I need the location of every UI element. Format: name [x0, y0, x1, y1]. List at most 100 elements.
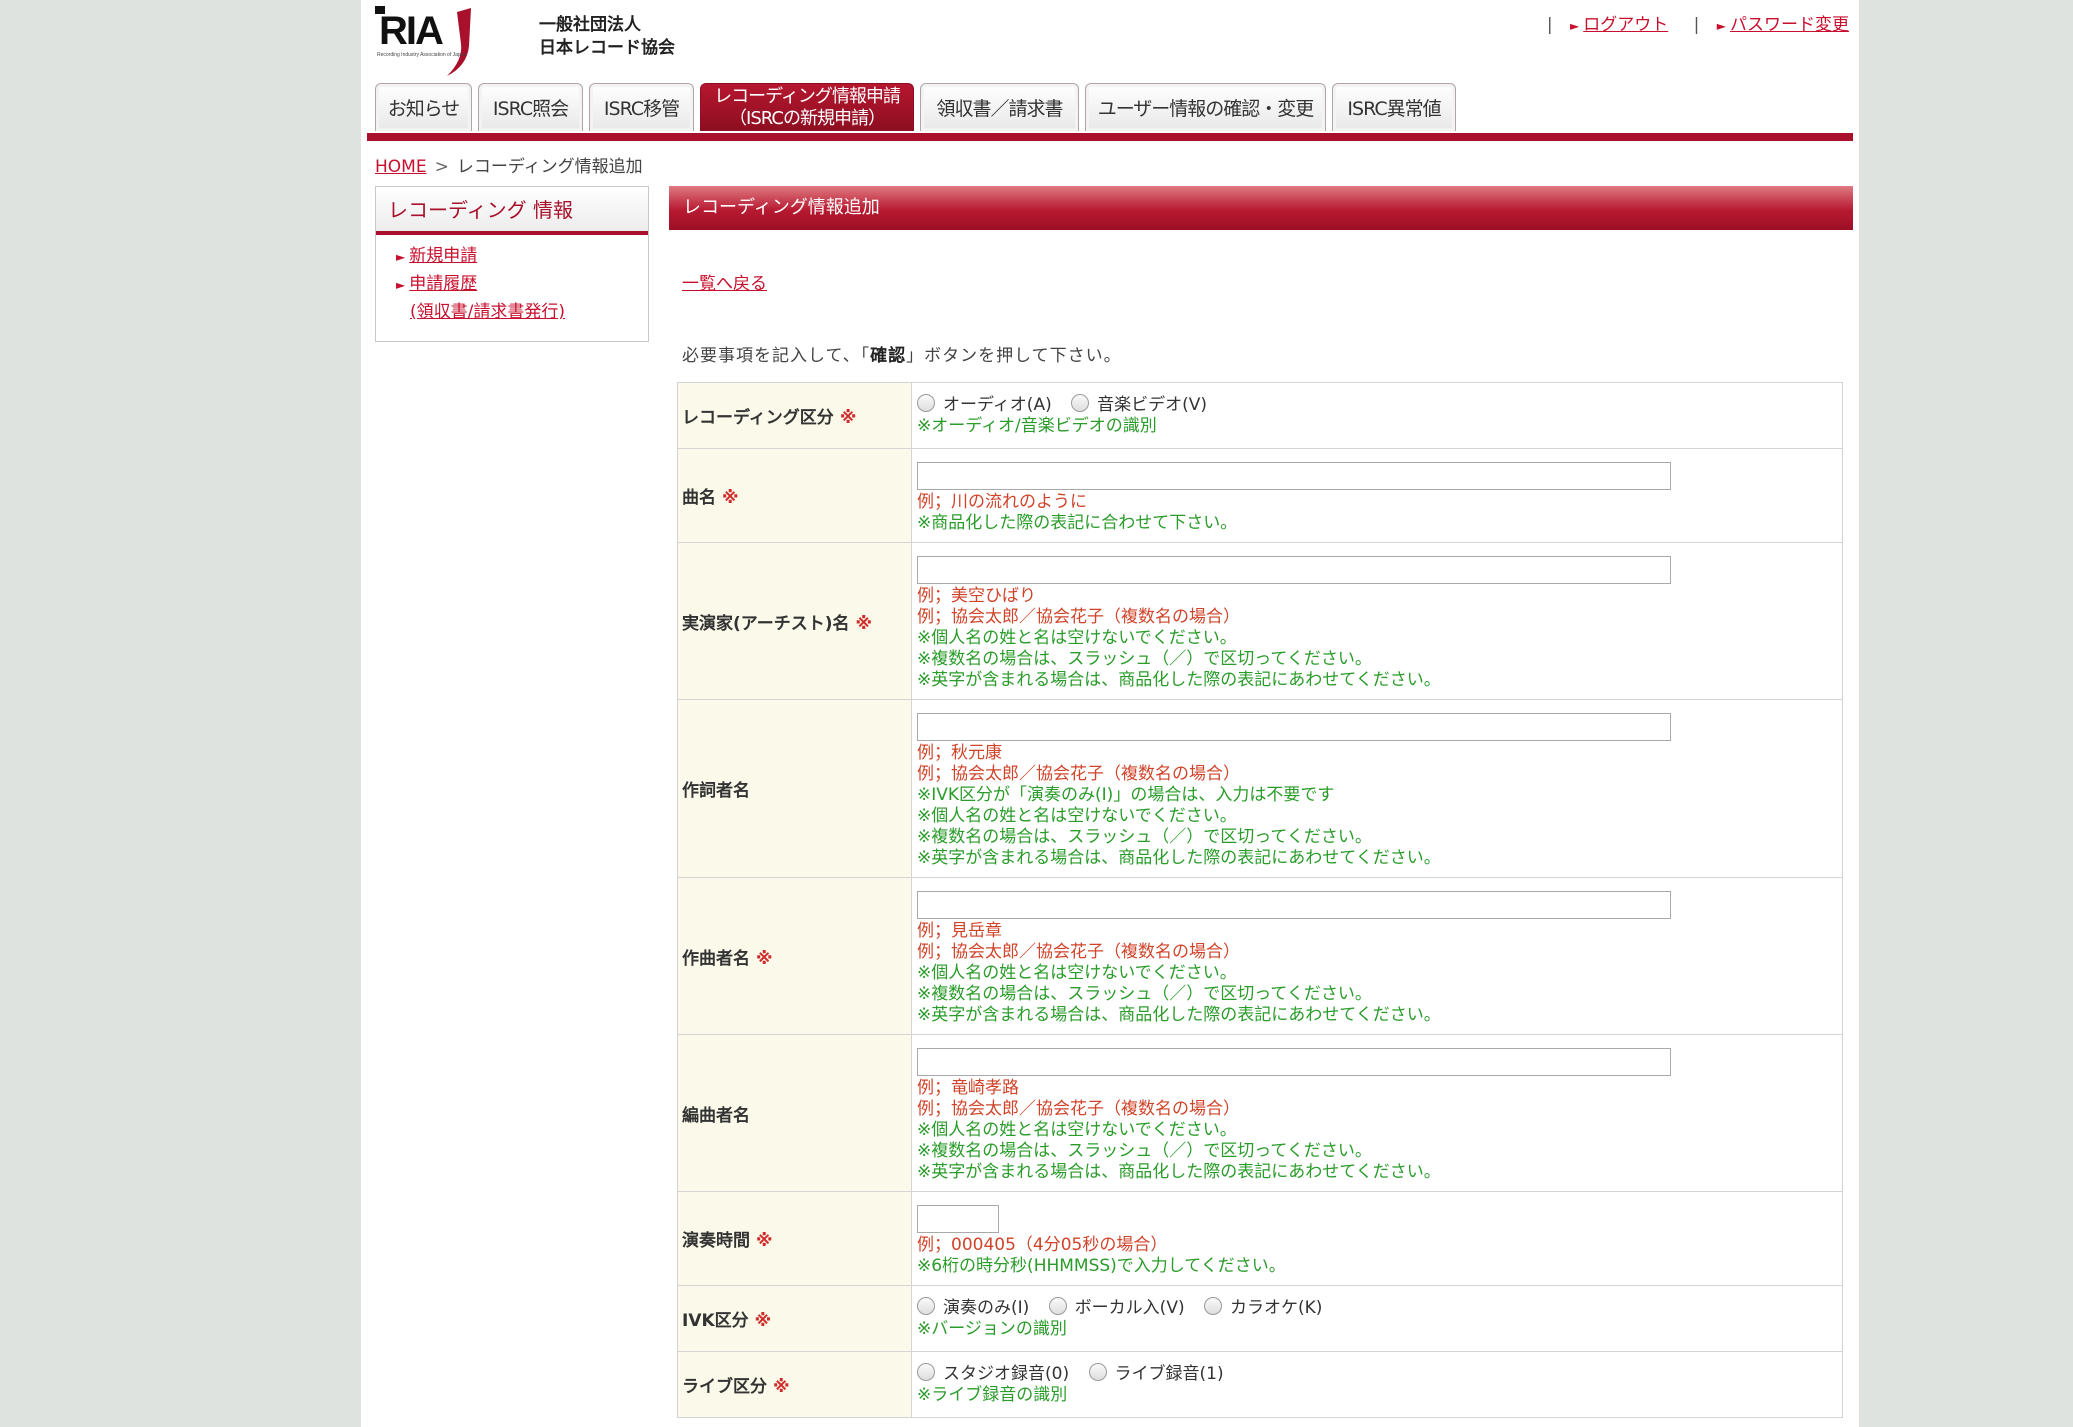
form-row-recording-type: レコーディング区分 ※ オーディオ(A) 音楽ビデオ(V) ※オーディオ/音楽ビデ…	[677, 382, 1843, 449]
artist-label: 実演家(アーチスト)名	[682, 613, 850, 634]
lyricist-note-1: ※個人名の姓と名は空けないでください。	[917, 806, 1237, 826]
tab-bar-underline	[367, 133, 1853, 141]
form-row-ivk: IVK区分 ※ 演奏のみ(I) ボーカル入(V) カラオケ(K) ※バージョンの識…	[677, 1285, 1843, 1352]
separator: |	[1546, 15, 1553, 35]
org-name-line1: 一般社団法人	[539, 15, 641, 35]
title-label: 曲名	[682, 488, 716, 508]
lyricist-label: 作詞者名	[682, 781, 750, 801]
radio-live[interactable]	[1088, 1363, 1107, 1381]
radio-live-label[interactable]: ライブ録音(1)	[1115, 1364, 1224, 1384]
arranger-example-1: 例；竜崎孝路	[917, 1078, 1019, 1098]
tab-isrc-transfer[interactable]: ISRC移管	[589, 83, 694, 131]
radio-music-video-label[interactable]: 音楽ビデオ(V)	[1097, 395, 1207, 415]
form-row-title: 曲名 ※ 例；川の流れのように ※商品化した際の表記に合わせて下さい。	[677, 448, 1843, 543]
label-cell: IVK区分 ※	[677, 1285, 912, 1352]
live-label: ライブ区分	[682, 1377, 767, 1397]
page-title: レコーディング情報追加	[669, 186, 1853, 230]
live-radio-group: スタジオ録音(0) ライブ録音(1)	[917, 1363, 1842, 1385]
artist-example-2: 例；協会太郎／協会花子（複数名の場合）	[917, 607, 1240, 627]
composer-label: 作曲者名	[682, 948, 750, 969]
required-mark: ※	[756, 1231, 773, 1251]
duration-example: 例；000405（4分05秒の場合）	[917, 1235, 1168, 1255]
breadcrumb-separator: >	[434, 157, 449, 177]
tab-isrc-inquiry[interactable]: ISRC照会	[478, 83, 583, 131]
tab-recording-application[interactable]: レコーディング情報申請 （ISRCの新規申請）	[700, 83, 914, 131]
required-mark: ※	[754, 1311, 772, 1331]
sidebar-title: レコーディング 情報	[376, 187, 648, 235]
composer-note-2: ※複数名の場合は、スラッシュ（／）で区切ってください。	[917, 984, 1372, 1004]
instructions: 必要事項を記入して、「確認」ボタンを押して下さい。	[682, 341, 1122, 366]
arrow-right-icon: ►	[1716, 19, 1726, 33]
arrow-right-icon: ►	[396, 278, 406, 292]
artist-input[interactable]	[917, 556, 1671, 584]
org-name-line2: 日本レコード協会	[539, 38, 675, 58]
artist-note-2: ※複数名の場合は、スラッシュ（／）で区切ってください。	[917, 649, 1372, 669]
lyricist-input[interactable]	[917, 713, 1671, 741]
radio-studio[interactable]	[917, 1363, 935, 1381]
field-cell: 演奏のみ(I) ボーカル入(V) カラオケ(K) ※バージョンの識別	[911, 1285, 1843, 1352]
label-cell: 演奏時間 ※	[677, 1191, 912, 1286]
receipt-invoice-issue-link[interactable]: (領収書/請求書発行)	[410, 302, 565, 322]
radio-music-video[interactable]	[1071, 394, 1090, 412]
label-cell: 編曲者名	[677, 1034, 912, 1192]
breadcrumb: HOME > レコーディング情報追加	[375, 152, 643, 177]
radio-instrumental[interactable]	[917, 1297, 935, 1315]
composer-note-1: ※個人名の姓と名は空けないでください。	[917, 963, 1237, 983]
lyricist-note-ivk: ※IVK区分が「演奏のみ(I)」の場合は、入力は不要です	[917, 785, 1335, 805]
logout-link[interactable]: ログアウト	[1583, 15, 1668, 35]
application-history-link[interactable]: 申請履歴	[409, 274, 477, 294]
label-cell: 作曲者名 ※	[677, 877, 912, 1035]
tab-recording-application-line1: レコーディング情報申請	[714, 85, 901, 107]
breadcrumb-home-link[interactable]: HOME	[375, 157, 427, 177]
form-row-live: ライブ区分 ※ スタジオ録音(0) ライブ録音(1) ※ライブ録音の識別	[677, 1351, 1843, 1418]
organization-name: 一般社団法人 日本レコード協会	[539, 14, 675, 60]
lyricist-note-3: ※英字が含まれる場合は、商品化した際の表記にあわせてください。	[917, 848, 1441, 868]
new-application-link[interactable]: 新規申請	[409, 246, 477, 266]
radio-audio[interactable]	[917, 394, 935, 412]
title-note: ※商品化した際の表記に合わせて下さい。	[917, 513, 1238, 533]
form-row-duration: 演奏時間 ※ 例；000405（4分05秒の場合） ※6桁の時分秒(HHMMSS)…	[677, 1191, 1843, 1286]
radio-vocal-label[interactable]: ボーカル入(V)	[1075, 1298, 1185, 1318]
form-row-lyricist: 作詞者名 例；秋元康 例；協会太郎／協会花子（複数名の場合） ※IVK区分が「演…	[677, 699, 1843, 878]
label-cell: レコーディング区分 ※	[677, 382, 912, 449]
logo-subtext: Recording Industry Association of Japan	[377, 52, 466, 58]
field-cell: 例；竜崎孝路 例；協会太郎／協会花子（複数名の場合） ※個人名の姓と名は空けない…	[911, 1034, 1843, 1192]
arrow-right-icon: ►	[1569, 19, 1580, 33]
form-row-composer: 作曲者名 ※ 例；見岳章 例；協会太郎／協会花子（複数名の場合） ※個人名の姓と名…	[677, 877, 1843, 1035]
header-links: | ► ログアウト | ► パスワード変更	[1547, 10, 1849, 35]
duration-input[interactable]	[917, 1205, 999, 1233]
arranger-note-2: ※複数名の場合は、スラッシュ（／）で区切ってください。	[917, 1141, 1372, 1161]
radio-vocal[interactable]	[1048, 1297, 1067, 1315]
change-password-link[interactable]: パスワード変更	[1730, 15, 1849, 35]
recording-form: レコーディング区分 ※ オーディオ(A) 音楽ビデオ(V) ※オーディオ/音楽ビデ…	[677, 382, 1843, 1418]
instruction-prefix: 必要事項を記入して、「	[682, 346, 871, 366]
field-cell: オーディオ(A) 音楽ビデオ(V) ※オーディオ/音楽ビデオの識別	[911, 382, 1843, 449]
composer-example-1: 例；見岳章	[917, 921, 1002, 941]
radio-instrumental-label[interactable]: 演奏のみ(I)	[943, 1298, 1029, 1318]
sidebar-item-history: ► 申請履歴 (領収書/請求書発行)	[396, 271, 648, 326]
recording-type-note: ※オーディオ/音楽ビデオの識別	[917, 416, 1157, 436]
back-to-list-link[interactable]: 一覧へ戻る	[682, 269, 767, 294]
tab-user-info[interactable]: ユーザー情報の確認・変更	[1085, 83, 1326, 131]
arranger-example-2: 例；協会太郎／協会花子（複数名の場合）	[917, 1099, 1240, 1119]
radio-studio-label[interactable]: スタジオ録音(0)	[943, 1364, 1069, 1384]
radio-audio-label[interactable]: オーディオ(A)	[943, 395, 1052, 415]
composer-example-2: 例；協会太郎／協会花子（複数名の場合）	[917, 942, 1240, 962]
riaj-logo[interactable]: RIA Recording Industry Association of Ja…	[375, 0, 479, 78]
form-row-artist: 実演家(アーチスト)名 ※ 例；美空ひばり 例；協会太郎／協会花子（複数名の場合）…	[677, 542, 1843, 700]
tab-news[interactable]: お知らせ	[375, 83, 472, 131]
tab-receipts-invoices[interactable]: 領収書／請求書	[920, 83, 1079, 131]
field-cell: スタジオ録音(0) ライブ録音(1) ※ライブ録音の識別	[911, 1351, 1843, 1418]
sidebar-menu: ► 新規申請 ► 申請履歴 (領収書/請求書発行)	[396, 243, 648, 326]
tab-recording-application-line2: （ISRCの新規申請）	[729, 107, 886, 129]
required-mark: ※	[722, 488, 739, 508]
radio-karaoke[interactable]	[1204, 1297, 1222, 1315]
title-input[interactable]	[917, 462, 1671, 490]
tab-isrc-anomaly[interactable]: ISRC異常値	[1332, 83, 1456, 131]
radio-karaoke-label[interactable]: カラオケ(K)	[1230, 1298, 1322, 1318]
label-cell: 曲名 ※	[677, 448, 912, 543]
composer-input[interactable]	[917, 891, 1671, 919]
title-example: 例；川の流れのように	[917, 492, 1087, 512]
composer-note-3: ※英字が含まれる場合は、商品化した際の表記にあわせてください。	[917, 1005, 1441, 1025]
arranger-input[interactable]	[917, 1048, 1671, 1076]
